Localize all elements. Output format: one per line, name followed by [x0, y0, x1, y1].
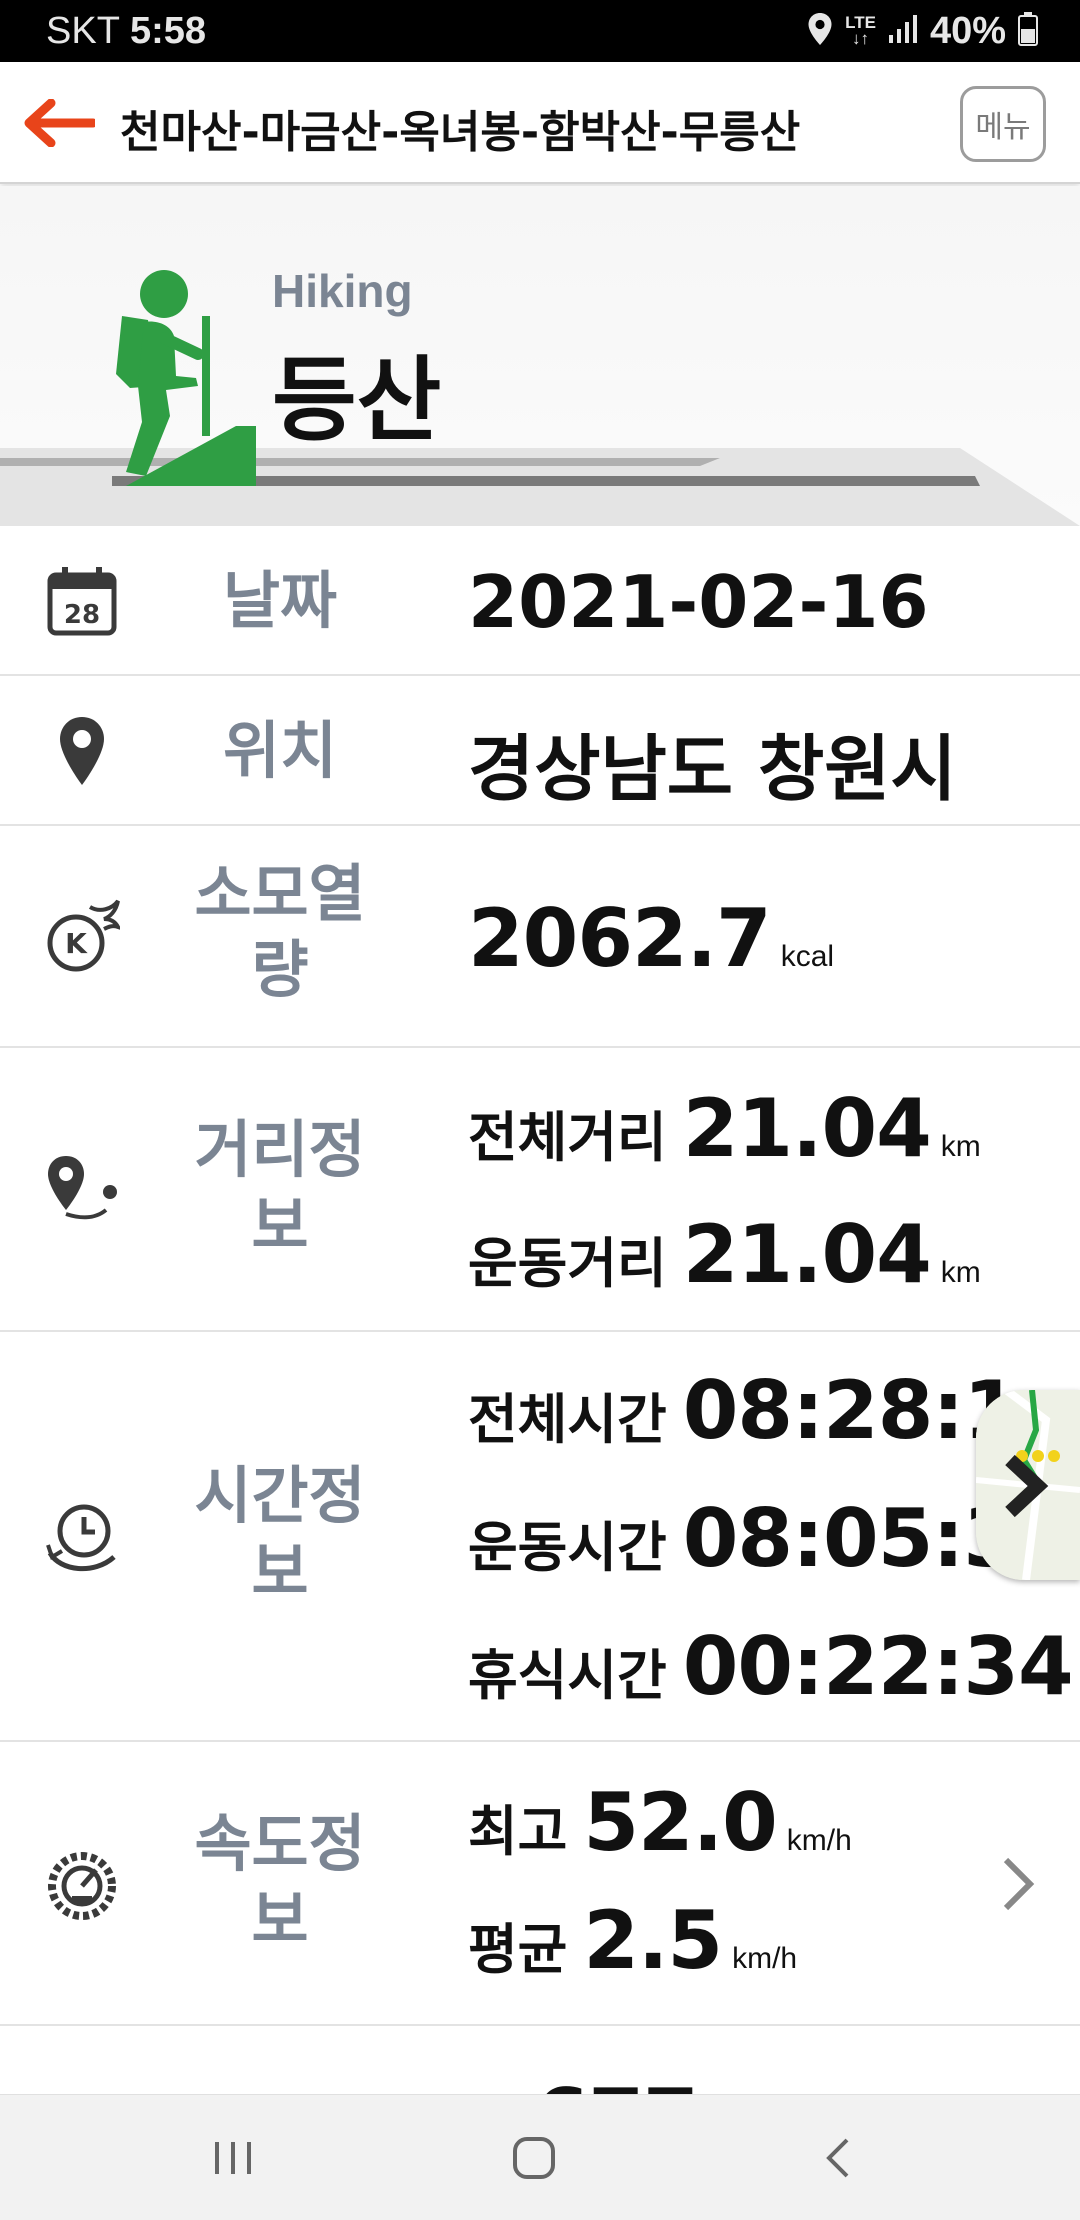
- route-title: 천마산-마금산-옥녀봉-함박산-무릉산: [120, 107, 801, 158]
- altitude-label: 고: [468, 2083, 518, 2094]
- menu-button[interactable]: 메뉴: [960, 86, 1046, 162]
- calendar-icon: 28: [42, 561, 122, 641]
- calendar-day-text: 28: [64, 600, 100, 630]
- map-pin-icon: [42, 711, 122, 791]
- recent-apps-button[interactable]: [193, 2125, 273, 2191]
- distance-label-line2: 보: [251, 1189, 309, 1262]
- exercise-distance-value: 21.04: [682, 1208, 932, 1301]
- activity-type-korean: 등산: [272, 347, 442, 454]
- rest-time-label: 휴식시간: [468, 1644, 667, 1707]
- hiker-icon: [116, 270, 256, 486]
- app-bar: 천마산-마금산-옥녀봉-함박산-무릉산 메뉴: [0, 62, 1080, 184]
- date-row: 28 날짜 2021-02-16: [0, 526, 1080, 676]
- exercise-time-label: 운동시간: [468, 1516, 667, 1579]
- total-distance-line: 전체거리 21.04 km: [468, 1082, 981, 1175]
- total-time-line: 전체시간 08:28:1: [468, 1364, 1019, 1457]
- max-speed-unit: km/h: [786, 1824, 852, 1857]
- total-distance-label: 전체거리: [468, 1106, 667, 1169]
- clock-icon: [42, 1497, 122, 1577]
- carrier-name: SKT: [46, 10, 120, 52]
- calories-row: K 소모열 량 2062.7 kcal: [0, 826, 1080, 1048]
- date-label: 날짜: [222, 564, 338, 637]
- time-label-line2: 보: [251, 1535, 309, 1608]
- status-time: 5:58: [130, 10, 207, 52]
- calories-value: 2062.7: [468, 892, 772, 985]
- total-distance-unit: km: [940, 1130, 981, 1163]
- calories-label-line2: 량: [251, 933, 309, 1006]
- activity-header: Hiking 등산: [0, 186, 1080, 526]
- back-chevron-icon: [826, 2138, 849, 2178]
- location-value: 경상남도 창원시: [468, 727, 957, 811]
- calories-label-line1: 소모열: [194, 857, 366, 930]
- total-time-label: 전체시간: [468, 1388, 667, 1451]
- time-label-line1: 시간정: [194, 1459, 366, 1532]
- home-button[interactable]: [494, 2125, 574, 2191]
- location-row: 위치 경상남도 창원시: [0, 676, 1080, 826]
- speed-label-line1: 속도정: [194, 1807, 366, 1880]
- location-status-icon: [807, 12, 833, 50]
- avg-speed-value: 2.5: [583, 1894, 723, 1987]
- exercise-time-value: 08:05:3: [682, 1492, 1019, 1585]
- calories-label: 소모열 량: [160, 856, 400, 1008]
- avg-speed-line: 평균 2.5 km/h: [468, 1894, 797, 1987]
- distance-label: 거리정 보: [160, 1112, 400, 1264]
- altitude-line: 고 677: [468, 2072, 699, 2094]
- exercise-time-line: 운동시간 08:05:3: [468, 1492, 1019, 1585]
- exercise-distance-line: 운동거리 21.04 km: [468, 1208, 981, 1301]
- system-back-button[interactable]: [798, 2125, 878, 2191]
- lte-indicator: LTE ↓↑: [845, 14, 876, 48]
- battery-percent: 40%: [929, 9, 1006, 52]
- calories-unit: kcal: [780, 940, 835, 973]
- battery-icon: [1018, 12, 1038, 50]
- exercise-distance-unit: km: [940, 1256, 981, 1289]
- data-arrows: ↓↑: [852, 29, 869, 48]
- distance-row: 거리정 보 전체거리 21.04 km 운동거리 21.04 km: [0, 1048, 1080, 1332]
- chevron-right-icon: [1003, 1857, 1035, 1911]
- location-label: 위치: [222, 714, 338, 787]
- calories-value-line: 2062.7 kcal: [468, 892, 834, 985]
- map-thumbnail-button[interactable]: [976, 1390, 1080, 1580]
- activity-type-english: Hiking: [272, 265, 413, 317]
- exercise-distance-label: 운동거리: [468, 1232, 667, 1295]
- back-arrow-icon: [24, 99, 95, 147]
- status-bar: SKT 5:58 LTE ↓↑ 40%: [0, 0, 1080, 62]
- distance-pin-icon: [42, 1150, 122, 1230]
- max-speed-value: 52.0: [583, 1776, 777, 1869]
- rest-time-line: 휴식시간 00:22:34: [468, 1620, 1074, 1713]
- recent-apps-icon: [215, 2142, 251, 2174]
- total-distance-value: 21.04: [682, 1082, 932, 1175]
- status-indicators: LTE ↓↑ 40%: [807, 8, 1038, 54]
- time-label: 시간정 보: [160, 1458, 400, 1610]
- date-value: 2021-02-16: [468, 560, 929, 644]
- speed-row[interactable]: 속도정 보 최고 52.0 km/h 평균 2.5 km/h: [0, 1742, 1080, 2026]
- max-speed-line: 최고 52.0 km/h: [468, 1776, 852, 1869]
- speed-label-line2: 보: [251, 1883, 309, 1956]
- home-icon: [513, 2137, 555, 2179]
- rest-time-value: 00:22:34: [682, 1620, 1074, 1713]
- distance-label-line1: 거리정: [194, 1113, 366, 1186]
- altitude-value: 677: [534, 2072, 699, 2094]
- max-speed-label: 최고: [468, 1800, 568, 1863]
- map-next-arrow-icon: [1005, 1454, 1049, 1518]
- time-row: 시간정 보 전체시간 08:28:1 운동시간 08:05:3 휴식시간 00:…: [0, 1332, 1080, 1742]
- calorie-flame-icon: K: [42, 897, 122, 977]
- avg-speed-unit: km/h: [732, 1942, 798, 1975]
- speedometer-icon: [42, 1844, 122, 1924]
- calorie-icon-letter: K: [65, 927, 88, 960]
- back-button[interactable]: [18, 92, 98, 154]
- signal-icon: [888, 14, 918, 48]
- speed-label: 속도정 보: [160, 1806, 400, 1958]
- avg-speed-label: 평균: [468, 1918, 568, 1981]
- total-time-value: 08:28:1: [682, 1364, 1019, 1457]
- altitude-row-partial: 고 677: [0, 2026, 1080, 2094]
- system-navigation-bar: [0, 2094, 1080, 2220]
